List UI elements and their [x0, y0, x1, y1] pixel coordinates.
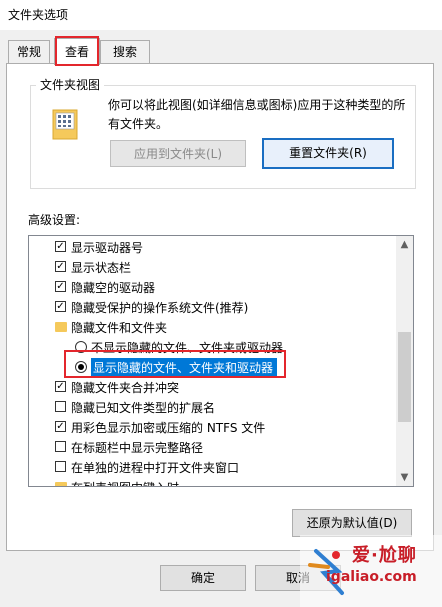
list-item[interactable]: ✓ 隐藏受保护的操作系统文件(推荐) [29, 298, 395, 318]
checkbox-checked[interactable]: ✓ [55, 381, 66, 392]
list-item-label: 隐藏文件夹合并冲突 [71, 381, 180, 395]
apply-to-folders-button[interactable]: 应用到文件夹(L) [110, 140, 246, 167]
list-item-label: 在单独的进程中打开文件夹窗口 [71, 461, 240, 475]
folder-icon [52, 109, 78, 140]
selected-option-annotation-box [64, 350, 286, 378]
tab-general[interactable]: 常规 [8, 40, 50, 63]
list-item-label: 显示状态栏 [71, 261, 132, 275]
folder-icon [55, 322, 67, 332]
folder-views-legend: 文件夹视图 [36, 76, 105, 93]
ok-button[interactable]: 确定 [160, 565, 246, 591]
window-title: 文件夹选项 [8, 8, 69, 22]
checkbox[interactable] [55, 461, 66, 472]
list-item-label: 显示驱动器号 [71, 241, 144, 255]
list-item-label: 在列表视图中键入时 [71, 478, 179, 486]
checkbox-checked[interactable]: ✓ [55, 281, 66, 292]
list-item[interactable]: 在列表视图中键入时 [29, 478, 395, 486]
restore-defaults-button[interactable]: 还原为默认值(D) [292, 509, 412, 537]
list-item[interactable]: 在单独的进程中打开文件夹窗口 [29, 458, 395, 478]
checkbox-checked[interactable]: ✓ [55, 421, 66, 432]
list-item-label: 用彩色显示加密或压缩的 NTFS 文件 [71, 421, 266, 435]
list-item-label: 隐藏已知文件类型的扩展名 [71, 401, 216, 415]
checkbox[interactable] [55, 441, 66, 452]
list-item[interactable]: ✓ 隐藏空的驱动器 [29, 278, 395, 298]
watermark-site: igaliao.com [326, 569, 417, 585]
scroll-down-icon[interactable]: ▼ [396, 469, 413, 486]
list-item-label: 在标题栏中显示完整路径 [71, 441, 204, 455]
list-item[interactable]: ✓ 用彩色显示加密或压缩的 NTFS 文件 [29, 418, 395, 438]
checkbox-checked[interactable]: ✓ [55, 261, 66, 272]
tab-view-annotation-box [55, 36, 99, 66]
folder-icon [55, 482, 67, 486]
list-item-label: 隐藏受保护的操作系统文件(推荐) [71, 301, 249, 315]
scroll-up-icon[interactable]: ▲ [396, 236, 413, 253]
folder-views-description: 你可以将此视图(如详细信息或图标)应用于这种类型的所有文件夹。 [108, 98, 406, 131]
reset-folders-button[interactable]: 重置文件夹(R) [262, 138, 394, 169]
list-item[interactable]: 隐藏已知文件类型的扩展名 [29, 398, 395, 418]
tab-search[interactable]: 搜索 [100, 40, 150, 63]
list-item[interactable]: ✓ 显示状态栏 [29, 258, 395, 278]
checkbox[interactable] [55, 401, 66, 412]
list-item[interactable]: ✓ 隐藏文件夹合并冲突 [29, 378, 395, 398]
list-item[interactable]: ✓ 显示驱动器号 [29, 238, 395, 258]
list-item-label: 隐藏文件和文件夹 [71, 321, 168, 335]
scrollbar-thumb[interactable] [398, 332, 411, 422]
list-item[interactable]: 隐藏文件和文件夹 [29, 318, 395, 338]
checkbox-checked[interactable]: ✓ [55, 301, 66, 312]
list-item-label: 隐藏空的驱动器 [71, 281, 156, 295]
advanced-settings-label: 高级设置: [28, 213, 81, 227]
checkbox-checked[interactable]: ✓ [55, 241, 66, 252]
watermark-brand: 爱·尬聊 [352, 545, 417, 566]
list-item[interactable]: 在标题栏中显示完整路径 [29, 438, 395, 458]
